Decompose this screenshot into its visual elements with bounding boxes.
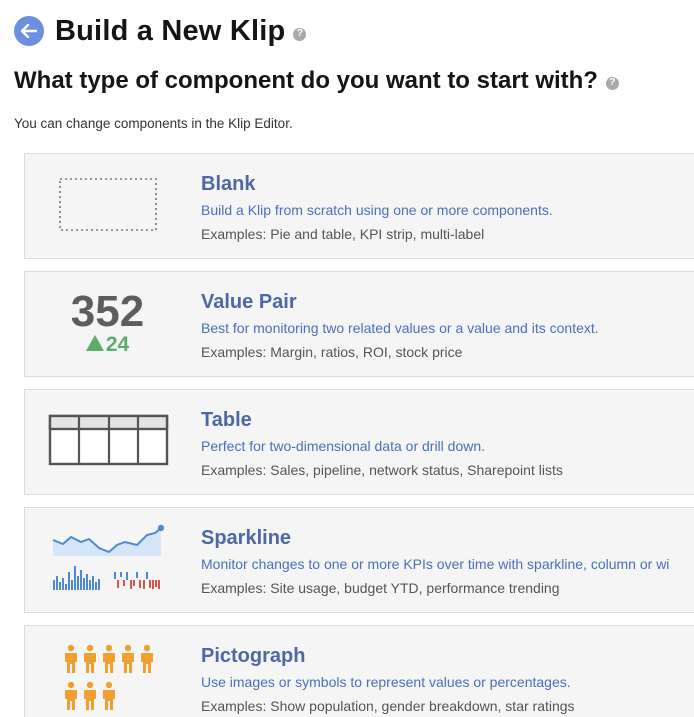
component-card-blank[interactable]: Blank Build a Klip from scratch using on… (24, 153, 694, 259)
card-title: Pictograph (201, 645, 306, 667)
person-icon (84, 644, 96, 673)
page-header: Build a New Klip ? (14, 13, 307, 49)
person-icon (103, 644, 115, 673)
value-pair-thumbnail: 352 24 (25, 272, 190, 376)
card-examples: Examples: Pie and table, KPI strip, mult… (201, 226, 485, 242)
card-description: Best for monitoring two related values o… (201, 320, 599, 336)
pictograph-icon (65, 644, 153, 710)
sparkline-thumbnail (25, 508, 190, 612)
card-description: Perfect for two-dimensional data or dril… (201, 438, 486, 454)
page-title: Build a New Klip (55, 14, 286, 47)
component-card-value-pair[interactable]: 352 24 Value Pair Best for monitoring tw… (24, 271, 694, 377)
question-text: What type of component do you want to st… (14, 67, 598, 94)
help-icon[interactable]: ? (293, 27, 307, 41)
sparkline-icon (52, 524, 165, 590)
thumb-delta: 24 (25, 334, 190, 355)
person-icon (65, 644, 77, 673)
person-icon (103, 681, 115, 710)
person-icon (84, 681, 96, 710)
component-card-pictograph[interactable]: Pictograph Use images or symbols to repr… (24, 625, 694, 717)
person-icon (141, 644, 153, 673)
card-title: Blank (201, 173, 256, 195)
subtitle: You can change components in the Klip Ed… (14, 116, 293, 131)
arrow-left-icon (21, 24, 37, 38)
component-question: What type of component do you want to st… (14, 64, 619, 98)
person-icon (122, 644, 134, 673)
card-title: Table (201, 409, 252, 431)
component-card-sparkline[interactable]: Sparkline Monitor changes to one or more… (24, 507, 694, 613)
blank-thumbnail (25, 154, 190, 258)
card-examples: Examples: Sales, pipeline, network statu… (201, 462, 563, 478)
card-examples: Examples: Site usage, budget YTD, perfor… (201, 580, 560, 596)
card-title: Value Pair (201, 291, 297, 313)
card-title: Sparkline (201, 527, 292, 549)
card-description: Build a Klip from scratch using one or m… (201, 202, 553, 218)
table-icon (48, 414, 169, 466)
pictograph-thumbnail (25, 626, 190, 717)
triangle-up-icon (85, 335, 104, 351)
thumb-delta-value: 24 (105, 333, 130, 356)
card-examples: Examples: Show population, gender breakd… (201, 698, 575, 714)
component-card-table[interactable]: Table Perfect for two-dimensional data o… (24, 389, 694, 495)
card-examples: Examples: Margin, ratios, ROI, stock pri… (201, 344, 463, 360)
card-description: Use images or symbols to represent value… (201, 674, 571, 690)
blank-placeholder-icon (59, 178, 157, 231)
help-icon[interactable]: ? (605, 76, 619, 90)
person-icon (65, 681, 77, 710)
back-button[interactable] (14, 16, 44, 46)
thumb-value: 352 (70, 287, 145, 336)
card-description: Monitor changes to one or more KPIs over… (201, 556, 670, 572)
table-thumbnail (25, 390, 190, 494)
build-klip-page: Build a New Klip ? What type of componen… (0, 0, 694, 717)
